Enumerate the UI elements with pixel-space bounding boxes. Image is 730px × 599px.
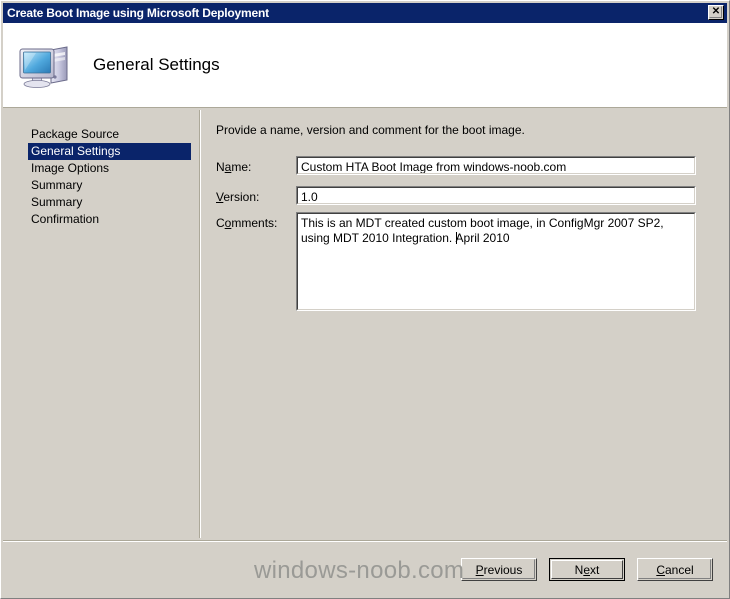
next-button-face: Next bbox=[551, 560, 623, 579]
dialog-body: Package Source General Settings Image Op… bbox=[3, 108, 727, 540]
sidebar-item-image-options[interactable]: Image Options bbox=[28, 160, 191, 177]
cancel-button[interactable]: Cancel bbox=[637, 558, 713, 581]
wizard-steps-list: Package Source General Settings Image Op… bbox=[28, 126, 191, 228]
next-button-label: Next bbox=[574, 562, 600, 577]
sidebar-item-summary-2[interactable]: Summary bbox=[28, 194, 191, 211]
window-title: Create Boot Image using Microsoft Deploy… bbox=[7, 6, 269, 20]
sidebar-item-summary-1[interactable]: Summary bbox=[28, 177, 191, 194]
wizard-window: Create Boot Image using Microsoft Deploy… bbox=[0, 0, 730, 599]
close-button[interactable]: ✕ bbox=[708, 5, 724, 20]
page-title: General Settings bbox=[93, 55, 220, 74]
close-icon: ✕ bbox=[711, 6, 721, 17]
version-input[interactable]: 1.0 bbox=[296, 186, 696, 205]
dialog-footer: Previous Next Cancel bbox=[3, 540, 727, 596]
computer-monitor-icon bbox=[17, 40, 75, 92]
comments-field-label: Comments: bbox=[216, 216, 278, 230]
previous-button[interactable]: Previous bbox=[461, 558, 537, 581]
content-panel: Provide a name, version and comment for … bbox=[202, 108, 727, 540]
title-bar-buttons: ✕ bbox=[708, 5, 724, 20]
sidebar-content-divider bbox=[199, 110, 201, 538]
title-bar[interactable]: Create Boot Image using Microsoft Deploy… bbox=[3, 3, 727, 23]
name-field-label: Name: bbox=[216, 160, 252, 174]
sidebar-item-confirmation[interactable]: Confirmation bbox=[28, 211, 191, 228]
name-input[interactable]: Custom HTA Boot Image from windows-noob.… bbox=[296, 156, 696, 175]
footer-button-row: Previous Next Cancel bbox=[461, 558, 713, 581]
previous-button-label: Previous bbox=[475, 562, 523, 577]
name-input-face: Custom HTA Boot Image from windows-noob.… bbox=[297, 157, 695, 174]
comments-textarea-value: This is an MDT created custom boot image… bbox=[301, 216, 690, 246]
instruction-text: Provide a name, version and comment for … bbox=[216, 123, 525, 137]
comments-text-part2: April 2010 bbox=[455, 231, 510, 245]
cancel-button-label: Cancel bbox=[656, 562, 694, 577]
next-button[interactable]: Next bbox=[549, 558, 625, 581]
version-input-value: 1.0 bbox=[301, 190, 318, 204]
sidebar-item-general-settings[interactable]: General Settings bbox=[28, 143, 191, 160]
comments-textarea[interactable]: This is an MDT created custom boot image… bbox=[296, 212, 696, 311]
header-banner: General Settings bbox=[3, 23, 727, 108]
version-field-label: Version: bbox=[216, 190, 260, 204]
comments-textarea-face: This is an MDT created custom boot image… bbox=[297, 213, 695, 310]
wizard-steps-sidebar: Package Source General Settings Image Op… bbox=[3, 108, 199, 540]
version-input-face: 1.0 bbox=[297, 187, 695, 204]
name-input-value: Custom HTA Boot Image from windows-noob.… bbox=[301, 160, 567, 174]
sidebar-item-package-source[interactable]: Package Source bbox=[28, 126, 191, 143]
